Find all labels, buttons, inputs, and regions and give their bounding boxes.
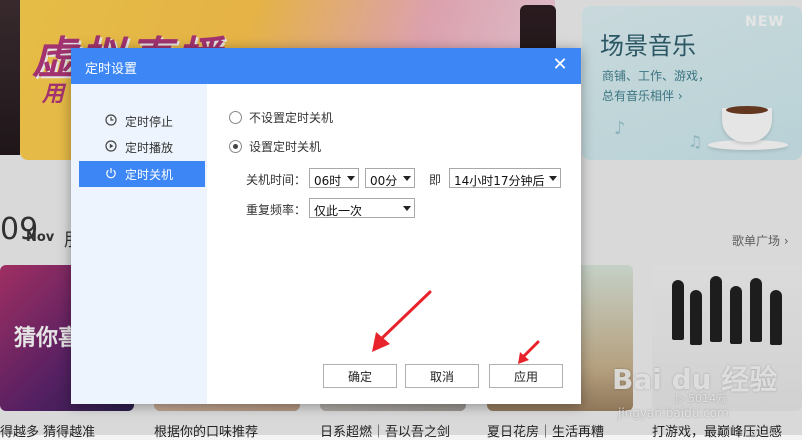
radio-button-checked[interactable] [229,140,242,153]
sidebar-item-timer-play[interactable]: 定时播放 [79,134,205,160]
shutdown-time-label: 关机时间： [246,173,307,187]
repeat-frequency-label: 重复频率： [246,203,307,217]
minute-select-value: 00分 [370,174,398,188]
dialog-title: 定时设置 [85,62,138,77]
sidebar-item-timer-stop[interactable]: 定时停止 [79,108,205,134]
cancel-button[interactable]: 取消 [405,364,479,388]
radio-label: 不设置定时关机 [249,111,334,125]
timer-settings-dialog: 定时设置 ✕ 定时停止 定时播放 定时关机 不设置定时关机 设置定时关机 关机时… [71,48,581,404]
connector-label: 即 [429,173,442,187]
sidebar-item-label: 定时停止 [125,115,174,129]
countdown-select[interactable]: 14小时17分钟后 [449,168,561,188]
apply-button[interactable]: 应用 [489,364,563,388]
minute-select[interactable]: 00分 [365,168,415,188]
close-icon[interactable]: ✕ [551,56,569,74]
dialog-sidebar: 定时停止 定时播放 定时关机 [71,84,207,404]
hour-select-value: 06时 [314,174,342,188]
sidebar-item-timer-shutdown[interactable]: 定时关机 [79,161,205,187]
repeat-frequency-select[interactable]: 仅此一次 [309,198,415,218]
chevron-down-icon [347,176,355,181]
countdown-select-value: 14小时17分钟后 [454,174,545,188]
timer-play-icon [105,140,117,152]
chevron-down-icon [403,176,411,181]
dialog-header: 定时设置 ✕ [71,48,581,84]
power-icon [106,168,116,179]
sidebar-item-label: 定时关机 [125,168,174,182]
chevron-down-icon [403,206,411,211]
sidebar-item-label: 定时播放 [125,141,174,155]
radio-button[interactable] [229,111,242,124]
chevron-down-icon [549,176,557,181]
ok-button[interactable]: 确定 [323,364,397,388]
timer-stop-icon [105,114,117,126]
radio-label: 设置定时关机 [249,140,322,154]
hour-select[interactable]: 06时 [309,168,359,188]
repeat-select-value: 仅此一次 [314,204,363,218]
